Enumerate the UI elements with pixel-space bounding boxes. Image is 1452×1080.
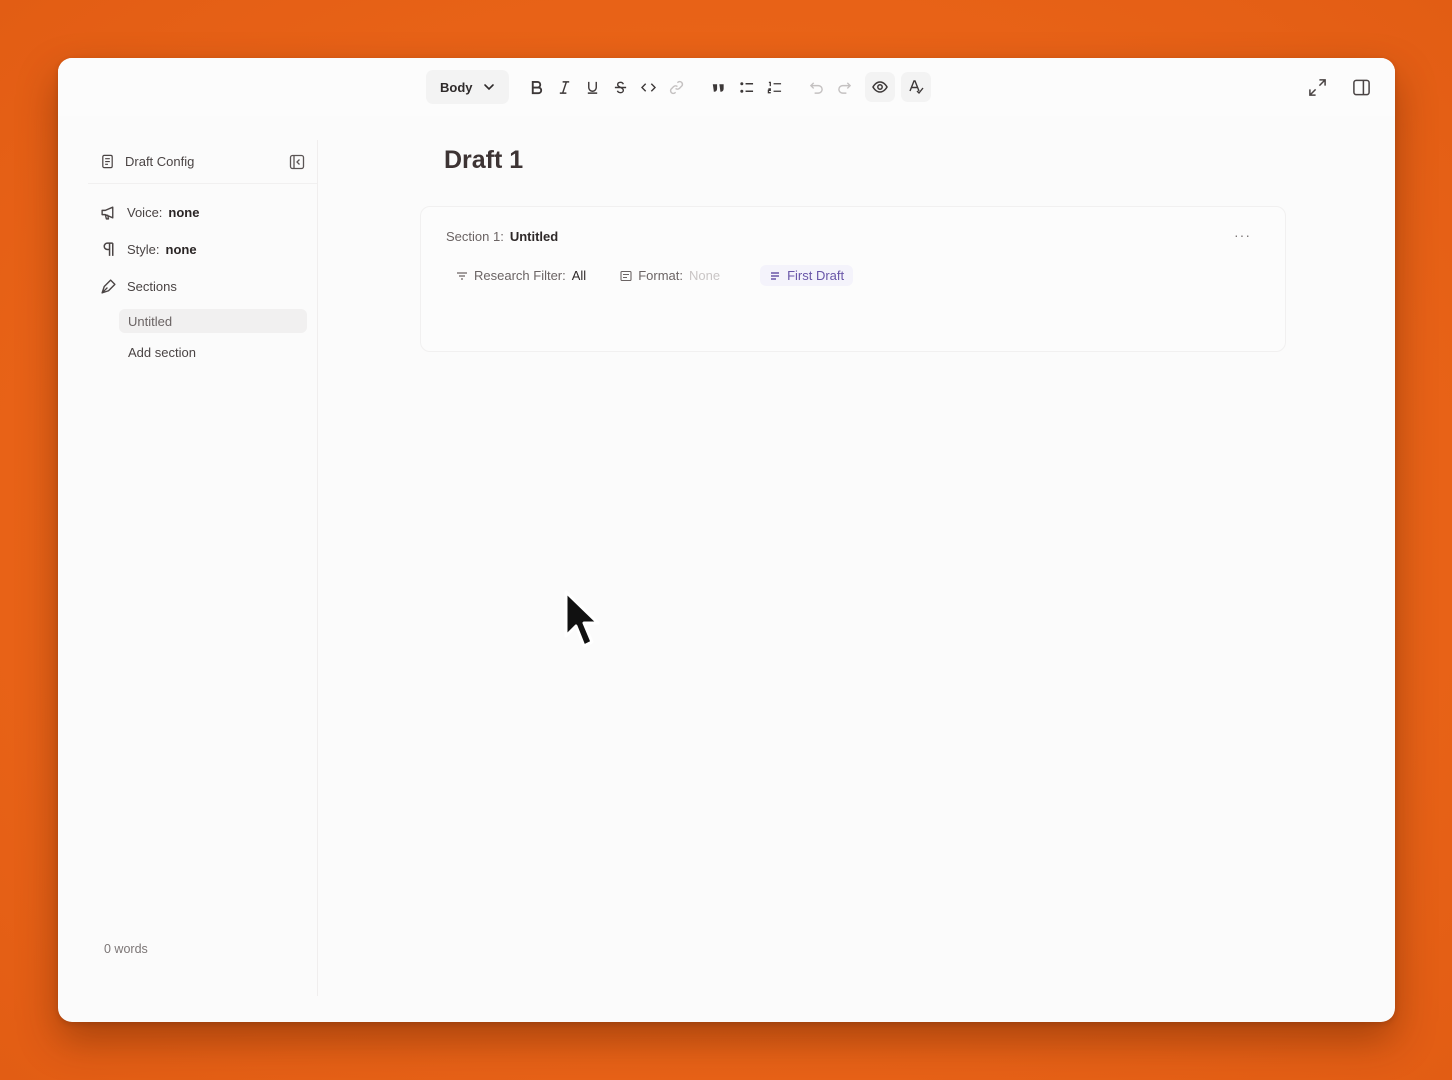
pen-icon	[100, 278, 117, 295]
preview-button[interactable]	[864, 72, 895, 102]
app-window: Body Draft Config Voice: none Style: non…	[58, 58, 1395, 1022]
collapse-panel-icon	[289, 154, 305, 169]
collapse-sidebar-button[interactable]	[289, 154, 305, 170]
text-style-select[interactable]: Body	[426, 70, 509, 104]
quote-icon	[712, 83, 724, 92]
sections-header: Sections	[88, 268, 317, 305]
mouse-cursor-icon	[564, 590, 600, 648]
numbered-list-button[interactable]	[761, 72, 789, 102]
research-filter-chip[interactable]: Research Filter: All	[456, 268, 586, 283]
redo-button[interactable]	[831, 72, 859, 102]
section-options: Research Filter: All Format: None First …	[456, 265, 854, 286]
bold-button[interactable]	[523, 72, 551, 102]
more-options-button[interactable]: ···	[1234, 227, 1251, 243]
chevron-down-icon	[483, 84, 494, 91]
panel-icon	[1352, 79, 1370, 95]
sections-label: Sections	[127, 279, 177, 294]
bold-icon	[531, 80, 543, 94]
megaphone-icon	[100, 204, 117, 221]
filter-icon	[457, 271, 467, 280]
format-icon	[620, 270, 632, 281]
first-draft-label: First Draft	[787, 268, 845, 283]
document-icon	[102, 154, 113, 169]
bullet-list-icon	[740, 81, 754, 93]
strikethrough-icon	[614, 81, 627, 93]
panel-toggle-button[interactable]	[1349, 75, 1373, 99]
italic-icon	[559, 80, 570, 94]
sidebar-header: Draft Config	[88, 140, 317, 184]
link-button[interactable]	[663, 72, 691, 102]
voice-value: none	[168, 205, 200, 220]
section-prefix: Section 1:	[446, 229, 504, 244]
style-setting[interactable]: Style: none	[88, 231, 317, 268]
bullet-list-button[interactable]	[733, 72, 761, 102]
document-title[interactable]: Draft 1	[444, 146, 523, 175]
window-controls	[1305, 75, 1373, 99]
sidebar-title: Draft Config	[125, 154, 195, 169]
paragraph-icon	[100, 241, 117, 258]
section-name[interactable]: Untitled	[510, 229, 558, 244]
text-style-value: Body	[440, 79, 473, 95]
underline-button[interactable]	[579, 72, 607, 102]
strikethrough-button[interactable]	[607, 72, 635, 102]
formatting-toolbar: Body	[426, 70, 931, 104]
eye-icon	[871, 81, 888, 93]
voice-label: Voice:	[127, 205, 163, 220]
format-value: None	[689, 268, 721, 283]
quote-button[interactable]	[705, 72, 733, 102]
underline-icon	[587, 81, 598, 94]
code-button[interactable]	[635, 72, 663, 102]
code-icon	[641, 82, 656, 92]
spellcheck-icon	[908, 80, 924, 95]
section-heading: Section 1: Untitled	[446, 229, 558, 244]
draft-config-sidebar: Draft Config Voice: none Style: none Sec…	[88, 140, 318, 996]
format-chip[interactable]: Format: None	[620, 268, 720, 283]
expand-button[interactable]	[1305, 75, 1329, 99]
word-count: 0 words	[104, 942, 148, 956]
voice-setting[interactable]: Voice: none	[88, 194, 317, 231]
first-draft-button[interactable]: First Draft	[760, 265, 854, 286]
style-value: none	[165, 242, 197, 257]
research-filter-value: All	[571, 268, 587, 283]
section-item[interactable]: Untitled	[119, 309, 307, 333]
spellcheck-button[interactable]	[900, 72, 931, 102]
redo-icon	[838, 81, 852, 94]
link-icon	[669, 80, 684, 94]
italic-button[interactable]	[551, 72, 579, 102]
undo-button[interactable]	[803, 72, 831, 102]
undo-icon	[809, 81, 823, 94]
numbered-list-icon	[767, 81, 782, 93]
toolbar: Body	[58, 58, 1395, 116]
draft-icon	[771, 271, 780, 280]
expand-icon	[1308, 78, 1326, 96]
add-section-button[interactable]: Add section	[119, 340, 307, 364]
style-label: Style:	[127, 242, 160, 257]
section-card: Section 1: Untitled ··· Research Filter: …	[420, 206, 1286, 352]
research-filter-label: Research Filter:	[474, 268, 566, 283]
format-label: Format:	[638, 268, 683, 283]
